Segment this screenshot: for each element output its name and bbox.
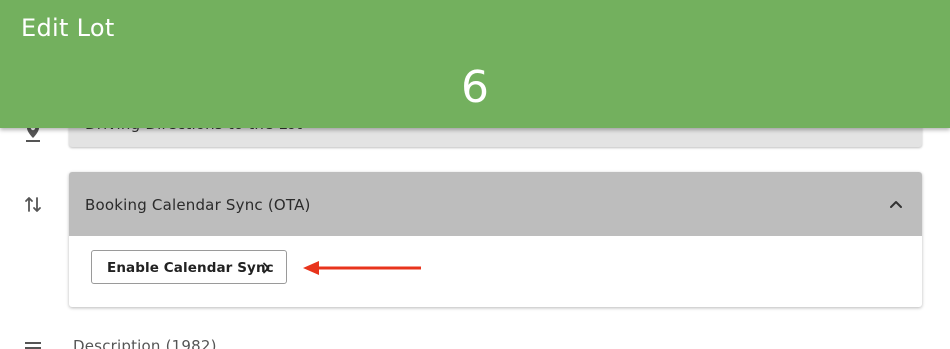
description-label: Description (1982) xyxy=(73,337,217,349)
sort-arrows-icon xyxy=(22,194,44,216)
enable-calendar-sync-button[interactable]: Enable Calendar Sync xyxy=(91,250,287,284)
edit-lot-screen: Driving Directions to the Lot Booking Ca… xyxy=(0,0,950,349)
page-title: Edit Lot xyxy=(21,14,115,42)
calendar-sync-title: Booking Calendar Sync (OTA) xyxy=(85,196,311,214)
lot-number: 6 xyxy=(461,62,489,113)
calendar-sync-header[interactable]: Booking Calendar Sync (OTA) xyxy=(69,172,922,236)
annotation-arrow xyxy=(303,261,421,275)
enable-calendar-sync-label: Enable Calendar Sync xyxy=(107,260,274,276)
chevron-up-icon[interactable] xyxy=(886,194,906,214)
chevron-right-icon xyxy=(259,260,273,274)
app-header: Edit Lot 6 xyxy=(0,0,950,128)
calendar-sync-section: Booking Calendar Sync (OTA) Enable Calen… xyxy=(69,172,922,307)
menu-lines-icon xyxy=(22,340,44,349)
